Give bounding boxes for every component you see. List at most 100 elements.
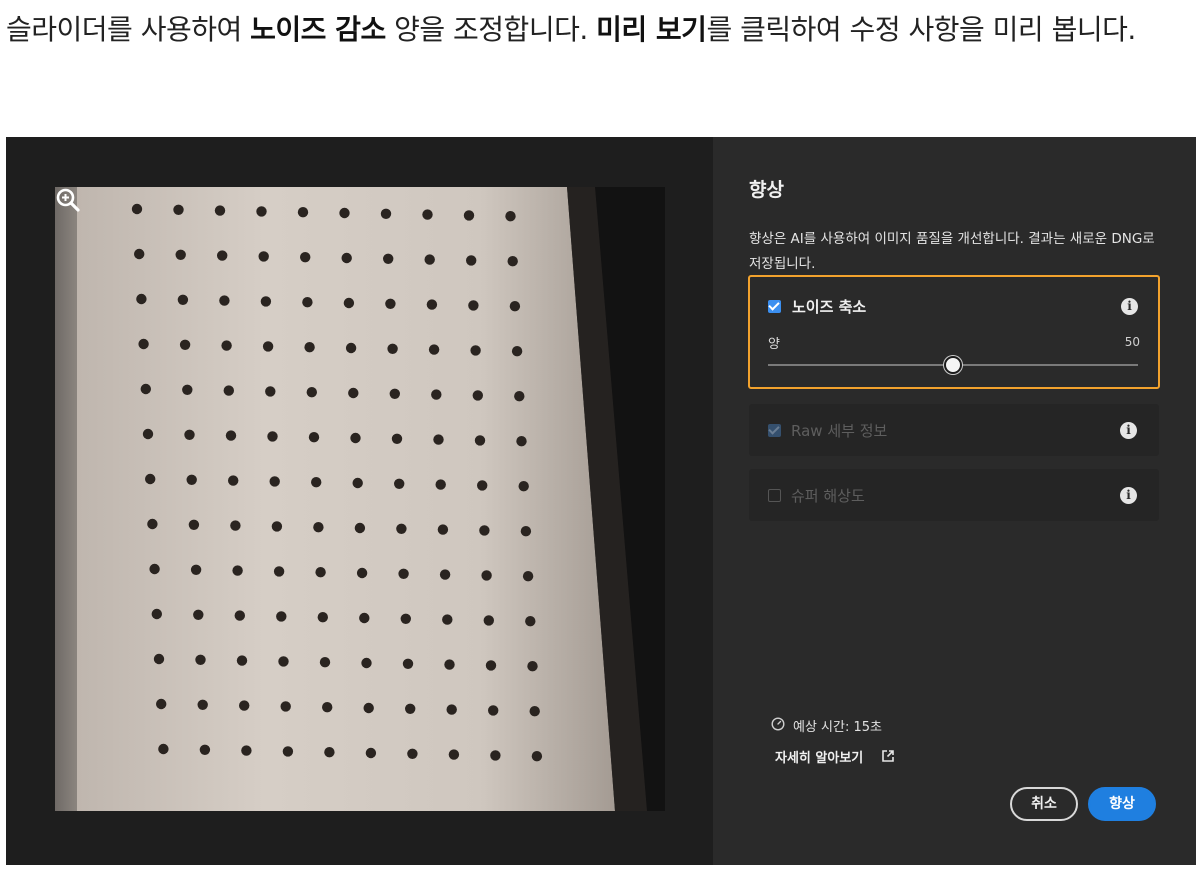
image-preview[interactable] bbox=[55, 187, 665, 811]
learn-more-link[interactable]: 자세히 알아보기 bbox=[775, 747, 863, 766]
board-hole bbox=[437, 524, 449, 535]
board-hole bbox=[525, 616, 536, 627]
raw-details-option: Raw 세부 정보 i bbox=[749, 404, 1159, 456]
board-hole bbox=[385, 298, 396, 309]
board-hole bbox=[448, 749, 460, 760]
board-hole bbox=[267, 431, 278, 442]
board-hole bbox=[424, 254, 435, 265]
board-hole bbox=[221, 340, 232, 351]
board-hole bbox=[319, 657, 331, 668]
board-hole bbox=[177, 294, 189, 305]
board-hole bbox=[282, 746, 294, 757]
board-hole bbox=[217, 250, 228, 261]
super-resolution-checkbox[interactable] bbox=[768, 489, 781, 502]
board-hole bbox=[297, 207, 309, 218]
panel-description: 향상은 AI를 사용하여 이미지 품질을 개선합니다. 결과는 새로운 DNG로… bbox=[749, 231, 1155, 272]
board-hole bbox=[511, 346, 523, 357]
board-hole bbox=[147, 518, 158, 530]
noise-reduction-checkbox[interactable] bbox=[768, 300, 781, 313]
board-hole bbox=[389, 388, 400, 399]
board-hole bbox=[184, 429, 195, 440]
noise-reduction-option: 노이즈 축소 i 양 50 bbox=[748, 275, 1160, 389]
board-hole bbox=[199, 744, 211, 755]
raw-details-label: Raw 세부 정보 bbox=[791, 422, 888, 440]
board-hole bbox=[407, 748, 418, 759]
board-hole bbox=[158, 743, 169, 755]
board-hole bbox=[173, 204, 184, 215]
amount-value: 50 bbox=[1124, 335, 1140, 349]
cancel-button[interactable]: 취소 bbox=[1010, 787, 1078, 821]
board-hole bbox=[322, 702, 333, 713]
board-hole bbox=[400, 613, 411, 624]
board-hole bbox=[527, 661, 538, 672]
board-hole bbox=[278, 656, 289, 667]
board-hole bbox=[265, 386, 276, 397]
board-hole bbox=[214, 205, 226, 216]
info-icon[interactable]: i bbox=[1120, 422, 1137, 439]
clock-icon bbox=[771, 717, 785, 731]
board-hole bbox=[188, 519, 200, 530]
panel-title: 향상 bbox=[749, 179, 784, 201]
board-hole bbox=[280, 701, 291, 712]
board-hole bbox=[271, 521, 283, 532]
board-hole bbox=[470, 345, 481, 356]
board-hole bbox=[468, 300, 479, 311]
board-hole bbox=[193, 609, 204, 620]
board-hole bbox=[260, 296, 272, 307]
board-hole bbox=[435, 479, 446, 490]
board-hole bbox=[444, 659, 455, 670]
external-link-icon[interactable] bbox=[881, 749, 895, 763]
board-hole bbox=[241, 745, 252, 756]
board-hole bbox=[234, 610, 245, 621]
board-hole bbox=[149, 563, 160, 575]
board-hole bbox=[348, 387, 359, 399]
board-hole bbox=[466, 255, 477, 266]
board-hole bbox=[186, 474, 197, 485]
board-hole bbox=[269, 476, 280, 487]
board-hole bbox=[363, 702, 374, 714]
board-hole bbox=[433, 434, 444, 445]
board-hole bbox=[153, 653, 165, 665]
amount-label: 양 bbox=[768, 337, 780, 352]
board-hole bbox=[225, 430, 237, 441]
zoom-in-icon[interactable] bbox=[55, 187, 81, 213]
board-hole bbox=[356, 567, 368, 579]
raw-details-checkbox[interactable] bbox=[768, 424, 781, 437]
board-hole bbox=[313, 522, 324, 533]
enhance-button[interactable]: 향상 bbox=[1088, 787, 1156, 821]
board-hole bbox=[426, 299, 438, 310]
board-hole bbox=[258, 251, 269, 262]
board-hole bbox=[256, 206, 267, 217]
board-hole bbox=[490, 750, 501, 761]
instruction-emphasis-preview: 미리 보기 bbox=[596, 13, 707, 46]
board-hole bbox=[442, 614, 453, 625]
board-hole bbox=[302, 297, 313, 308]
board-hole bbox=[311, 477, 322, 488]
board-hole bbox=[402, 658, 414, 669]
info-icon[interactable]: i bbox=[1120, 487, 1137, 504]
board-hole bbox=[142, 428, 154, 440]
preview-image bbox=[55, 187, 665, 811]
board-hole bbox=[518, 481, 529, 492]
board-hole bbox=[179, 339, 191, 350]
board-hole bbox=[509, 301, 521, 312]
board-hole bbox=[531, 751, 543, 762]
board-hole bbox=[474, 435, 486, 446]
board-hole bbox=[446, 704, 457, 715]
board-hole bbox=[398, 568, 409, 579]
board-hole bbox=[522, 571, 534, 582]
board-hole bbox=[365, 747, 377, 759]
board-hole bbox=[428, 344, 440, 355]
board-hole bbox=[505, 211, 516, 222]
board-hole bbox=[529, 706, 540, 717]
board-hole bbox=[359, 612, 370, 624]
amount-slider-thumb[interactable] bbox=[944, 356, 962, 374]
board-hole bbox=[350, 432, 361, 444]
board-hole bbox=[472, 390, 483, 401]
info-icon[interactable]: i bbox=[1121, 298, 1138, 315]
board-hole bbox=[341, 252, 352, 264]
board-hole bbox=[315, 567, 326, 578]
instruction-part: 양을 조정합니다. bbox=[385, 13, 597, 46]
board-hole bbox=[190, 564, 202, 575]
board-hole bbox=[230, 520, 241, 531]
